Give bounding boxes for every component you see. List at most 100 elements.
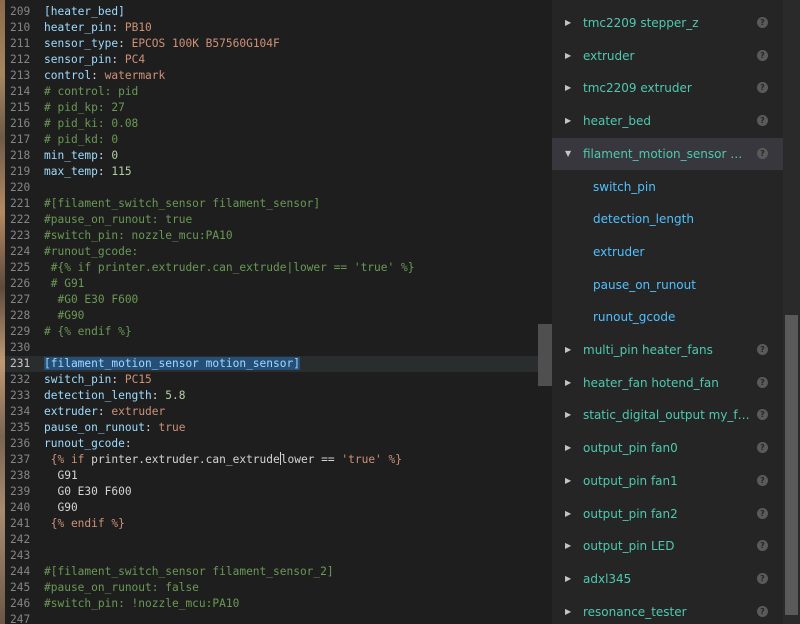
outline-child-item[interactable]: extruder	[552, 236, 783, 268]
outline-section-item[interactable]: ▶ heater_bed?	[552, 105, 783, 137]
code-line[interactable]: 241 {% endif %}	[5, 516, 538, 532]
code-line[interactable]: 217 # pid_kd: 0	[5, 132, 538, 148]
code-line[interactable]: 218 min_temp: 0	[5, 148, 538, 164]
outline-section-item[interactable]: ▶ extruder?	[552, 40, 783, 72]
outline-section-item[interactable]: ▶ static_digital_output my_fan_output_pin…	[552, 399, 783, 431]
code-line[interactable]: 224 #runout_gcode:	[5, 244, 538, 260]
code-line[interactable]: 222 #pause_on_runout: true	[5, 212, 538, 228]
chevron-right-icon[interactable]: ▶	[565, 530, 571, 562]
code-line[interactable]: 225 #{% if printer.extruder.can_extrude|…	[5, 260, 538, 276]
code-line[interactable]: 212 sensor_pin: PC4	[5, 52, 538, 68]
outline-scrollbar-thumb[interactable]	[785, 315, 798, 615]
outline-child-item[interactable]: runout_gcode	[552, 301, 783, 333]
code-line[interactable]: 211 sensor_type: EPCOS 100K B57560G104F	[5, 36, 538, 52]
chevron-down-icon[interactable]: ▼	[565, 138, 571, 170]
code-line[interactable]: 243	[5, 548, 538, 564]
chevron-right-icon[interactable]: ▶	[565, 563, 571, 595]
code-line[interactable]: 223 #switch_pin: nozzle_mcu:PA10	[5, 228, 538, 244]
code-line[interactable]: 228 #G90	[5, 308, 538, 324]
line-number: 213	[10, 69, 31, 82]
code-token: heater_pin	[44, 21, 112, 34]
outline-section-item[interactable]: ▶ tmc2209 stepper_z?	[552, 7, 783, 39]
code-line[interactable]: 231 [filament_motion_sensor motion_sensor…	[5, 356, 538, 372]
outline-section-item[interactable]: ▼ filament_motion_sensor motion_sensor?	[552, 138, 783, 170]
chevron-right-icon[interactable]: ▶	[565, 7, 571, 39]
code-line[interactable]: 240 G90	[5, 500, 538, 516]
code-line[interactable]: 244 #[filament_switch_sensor filament_sen…	[5, 564, 538, 580]
code-line[interactable]: 221 #[filament_switch_sensor filament_sen…	[5, 196, 538, 212]
outline-section-item[interactable]: ▶ output_pin LED?	[552, 530, 783, 562]
help-icon[interactable]: ?	[757, 115, 768, 126]
chevron-right-icon[interactable]: ▶	[565, 334, 571, 366]
help-icon[interactable]: ?	[757, 377, 768, 388]
code-line[interactable]: 236 runout_gcode:	[5, 436, 538, 452]
chevron-right-icon[interactable]: ▶	[565, 465, 571, 497]
outline-section-item[interactable]: ▶ output_pin fan1?	[552, 465, 783, 497]
code-line[interactable]: 213 control: watermark	[5, 68, 538, 84]
code-line[interactable]: 247	[5, 612, 538, 624]
outline-section-item[interactable]: ▶ heater_fan hotend_fan?	[552, 367, 783, 399]
help-icon[interactable]: ?	[757, 82, 768, 93]
chevron-right-icon[interactable]: ▶	[565, 105, 571, 137]
code-line[interactable]: 226 # G91	[5, 276, 538, 292]
code-line[interactable]: 245 #pause_on_runout: false	[5, 580, 538, 596]
help-icon[interactable]: ?	[757, 148, 768, 159]
code-line[interactable]: 232 switch_pin: PC15	[5, 372, 538, 388]
line-number: 245	[10, 581, 31, 594]
code-token: {% if	[44, 453, 92, 466]
outline-child-item[interactable]: detection_length	[552, 203, 783, 235]
code-line[interactable]: 233 detection_length: 5.8	[5, 388, 538, 404]
outline-section-item[interactable]: ▶ multi_pin heater_fans?	[552, 334, 783, 366]
help-icon[interactable]: ?	[757, 508, 768, 519]
line-number: 239	[10, 485, 31, 498]
outline-section-item[interactable]: ▶ adxl345?	[552, 563, 783, 595]
editor-scrollbar[interactable]	[538, 0, 552, 624]
code-line[interactable]: 230	[5, 340, 538, 356]
help-icon[interactable]: ?	[757, 475, 768, 486]
outline-section-item[interactable]: ▶ output_pin fan0?	[552, 432, 783, 464]
code-line[interactable]: 216 # pid_ki: 0.08	[5, 116, 538, 132]
chevron-right-icon[interactable]: ▶	[565, 596, 571, 624]
outline-section-item[interactable]: ▶ resonance_tester?	[552, 596, 783, 624]
code-line[interactable]: 235 pause_on_runout: true	[5, 420, 538, 436]
code-line[interactable]: 219 max_temp: 115	[5, 164, 538, 180]
help-icon[interactable]: ?	[757, 606, 768, 617]
chevron-right-icon[interactable]: ▶	[565, 367, 571, 399]
code-line[interactable]: 246 #switch_pin: !nozzle_mcu:PA10	[5, 596, 538, 612]
chevron-right-icon[interactable]: ▶	[565, 399, 571, 431]
code-line[interactable]: 237 {% if printer.extruder.can_extrudelo…	[5, 452, 538, 468]
outline-item-label: extruder	[583, 49, 635, 63]
code-token: true	[158, 421, 186, 434]
outline-child-item[interactable]: switch_pin	[552, 171, 783, 203]
code-line[interactable]: 238 G91	[5, 468, 538, 484]
outline-section-item[interactable]: ▶ tmc2209 extruder?	[552, 72, 783, 104]
code-line[interactable]: 215 # pid_kp: 27	[5, 100, 538, 116]
code-line[interactable]: 229 # {% endif %}	[5, 324, 538, 340]
outline-child-item[interactable]: pause_on_runout	[552, 269, 783, 301]
help-icon[interactable]: ?	[757, 573, 768, 584]
help-icon[interactable]: ?	[757, 442, 768, 453]
code-line[interactable]: 210 heater_pin: PB10	[5, 20, 538, 36]
code-line[interactable]: 227 #G0 E30 F600	[5, 292, 538, 308]
chevron-right-icon[interactable]: ▶	[565, 72, 571, 104]
code-line[interactable]: 214 # control: pid	[5, 84, 538, 100]
chevron-right-icon[interactable]: ▶	[565, 40, 571, 72]
chevron-right-icon[interactable]: ▶	[565, 432, 571, 464]
help-icon[interactable]: ?	[757, 540, 768, 551]
help-icon[interactable]: ?	[757, 409, 768, 420]
help-icon[interactable]: ?	[757, 50, 768, 61]
code-line[interactable]: 234 extruder: extruder	[5, 404, 538, 420]
code-token: #pause_on_runout: false	[44, 581, 199, 594]
editor-scrollbar-thumb[interactable]	[538, 324, 552, 386]
code-line[interactable]: 209 [heater_bed]	[5, 4, 538, 20]
chevron-right-icon[interactable]: ▶	[565, 498, 571, 530]
outline-section-item[interactable]: ▶ output_pin fan2?	[552, 498, 783, 530]
outline-scrollbar[interactable]	[783, 0, 800, 624]
help-icon[interactable]: ?	[757, 17, 768, 28]
line-number: 228	[10, 309, 31, 322]
code-line[interactable]: 242	[5, 532, 538, 548]
help-icon[interactable]: ?	[757, 344, 768, 355]
code-line[interactable]: 239 G0 E30 F600	[5, 484, 538, 500]
code-line[interactable]: 220	[5, 180, 538, 196]
code-editor[interactable]: 209 [heater_bed] 210 heater_pin: PB10 211 sen…	[5, 0, 538, 624]
